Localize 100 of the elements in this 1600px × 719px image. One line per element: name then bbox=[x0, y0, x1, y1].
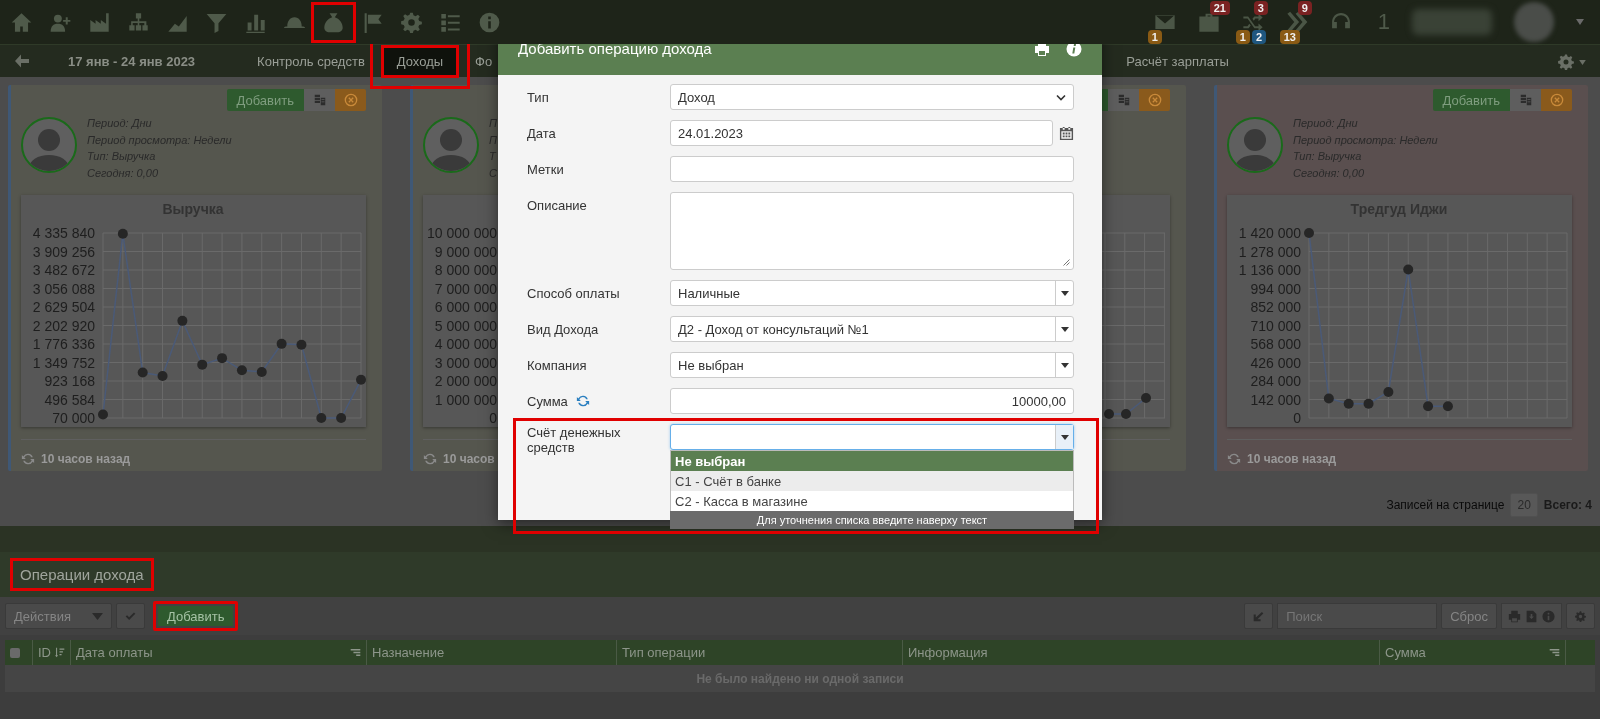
copy-icon bbox=[1519, 94, 1532, 106]
chevron-down-icon bbox=[1056, 93, 1066, 101]
data-point bbox=[1343, 398, 1354, 409]
dropdown-option[interactable]: C2 - Касса в магазине bbox=[671, 491, 1073, 511]
data-point bbox=[1323, 393, 1334, 404]
sort-icon[interactable] bbox=[54, 647, 65, 658]
refresh-icon[interactable] bbox=[1227, 452, 1241, 466]
axis-tick-label: 1 278 000 bbox=[1238, 243, 1301, 260]
close-button[interactable] bbox=[1541, 89, 1572, 111]
updated-time: 10 часов bbox=[443, 452, 495, 466]
close-button[interactable] bbox=[335, 89, 366, 111]
close-button[interactable] bbox=[1139, 89, 1170, 111]
combo-field[interactable] bbox=[670, 424, 1074, 450]
column-header[interactable]: Назначение bbox=[372, 645, 445, 660]
add-button[interactable]: Добавить bbox=[1432, 89, 1510, 111]
data-point bbox=[217, 353, 228, 364]
column-header[interactable]: Сумма bbox=[1385, 645, 1426, 660]
updated-time: 10 часов назад bbox=[1247, 452, 1337, 466]
axis-tick-label: 5 000 000 bbox=[434, 317, 497, 334]
export-icon[interactable] bbox=[1525, 609, 1538, 623]
apply-button[interactable] bbox=[116, 603, 145, 629]
reset-button[interactable]: Сброс bbox=[1441, 603, 1497, 629]
combo-field[interactable]: Наличные bbox=[670, 280, 1074, 306]
refresh-icon[interactable] bbox=[21, 452, 35, 466]
copy-icon bbox=[1117, 94, 1130, 106]
axis-tick-label: 1 349 752 bbox=[32, 354, 95, 371]
axis-tick-label: 2 629 504 bbox=[32, 299, 95, 315]
settings-button[interactable] bbox=[1566, 603, 1595, 629]
data-point bbox=[117, 228, 128, 239]
settings-icon bbox=[401, 11, 422, 33]
close-icon bbox=[343, 93, 358, 107]
data-point bbox=[1383, 386, 1394, 397]
data-point bbox=[197, 359, 208, 370]
resize-handle-icon[interactable] bbox=[1063, 259, 1070, 266]
select-field[interactable]: Доход bbox=[670, 84, 1074, 110]
data-point bbox=[276, 338, 287, 349]
combo-field[interactable]: Д2 - Доход от консультаций №1 bbox=[670, 316, 1074, 342]
date-field[interactable]: 24.01.2023 bbox=[670, 120, 1053, 146]
select-all-checkbox[interactable] bbox=[10, 647, 20, 658]
filter-icon bbox=[206, 11, 227, 33]
amount-field[interactable]: 10000,00 bbox=[670, 388, 1074, 414]
column-header[interactable]: ID bbox=[38, 645, 51, 660]
caret-icon[interactable] bbox=[1579, 60, 1586, 65]
data-point bbox=[1442, 401, 1453, 412]
axis-tick-label: 1 000 000 bbox=[434, 391, 497, 408]
copy-button[interactable] bbox=[304, 89, 335, 111]
add-button[interactable]: Добавить bbox=[153, 601, 239, 631]
updated-time: 10 часов назад bbox=[41, 452, 131, 466]
data-point bbox=[1403, 264, 1414, 275]
date-range[interactable]: 17 янв - 24 янв 2023 bbox=[68, 53, 196, 69]
back-arrow-icon[interactable] bbox=[14, 53, 30, 69]
count-badge: 1 bbox=[1147, 30, 1162, 44]
data-point bbox=[236, 365, 247, 376]
expand-button[interactable] bbox=[1244, 603, 1274, 629]
axis-tick-label: 1 136 000 bbox=[1238, 262, 1301, 278]
dropdown-option[interactable]: Не выбран bbox=[671, 451, 1073, 471]
data-point bbox=[157, 370, 168, 381]
axis-tick-label: 3 909 256 bbox=[32, 243, 95, 260]
text-field[interactable] bbox=[670, 156, 1074, 182]
combo-field[interactable]: Не выбран bbox=[670, 352, 1074, 378]
data-point bbox=[256, 367, 267, 378]
data-point bbox=[1104, 409, 1114, 419]
add-button[interactable]: Добавить bbox=[226, 89, 304, 111]
home-icon bbox=[11, 11, 32, 33]
briefcase-icon[interactable] bbox=[1197, 11, 1220, 33]
count-badge: 9 bbox=[1297, 1, 1312, 15]
data-point bbox=[98, 409, 108, 420]
caret-icon bbox=[1060, 362, 1069, 368]
axis-tick-label: 994 000 bbox=[1250, 280, 1301, 297]
copy-button[interactable] bbox=[1510, 89, 1541, 111]
calendar-icon[interactable] bbox=[1059, 125, 1074, 141]
settings-icon[interactable] bbox=[1558, 54, 1574, 70]
axis-tick-label: 0 bbox=[1293, 410, 1301, 426]
axis-tick-label: 284 000 bbox=[1250, 373, 1301, 389]
avatar-placeholder[interactable] bbox=[1514, 2, 1554, 42]
axis-tick-label: 1 420 000 bbox=[1238, 225, 1301, 241]
field-label: Тип bbox=[527, 89, 549, 105]
caret-icon[interactable] bbox=[1576, 19, 1584, 25]
double-chevron-icon[interactable] bbox=[1285, 11, 1308, 33]
refresh-icon[interactable] bbox=[423, 452, 437, 466]
dropdown-option[interactable]: C1 - Счёт в банке bbox=[671, 471, 1073, 491]
field-label: Способ оплаты bbox=[527, 285, 620, 301]
settings-icon bbox=[1575, 610, 1586, 622]
column-header[interactable]: Информация bbox=[908, 645, 988, 660]
actions-dropdown[interactable]: Действия bbox=[5, 603, 112, 629]
refresh-icon[interactable] bbox=[575, 394, 590, 408]
nav-tab[interactable]: Расчёт зарплаты bbox=[1110, 44, 1245, 78]
nav-tab[interactable]: Контроль средств bbox=[241, 44, 381, 78]
column-header[interactable]: Дата оплаты bbox=[76, 645, 153, 660]
column-header[interactable]: Тип операции bbox=[622, 645, 706, 660]
nav-button[interactable] bbox=[311, 1, 356, 43]
nav-tab[interactable]: Фо bbox=[459, 44, 493, 78]
data-point bbox=[1121, 409, 1131, 419]
field-label: Счёт денежных средств bbox=[527, 424, 622, 455]
textarea-field[interactable] bbox=[670, 192, 1074, 270]
flag-icon bbox=[362, 11, 383, 33]
data-point bbox=[1304, 228, 1314, 238]
menu-icon[interactable] bbox=[1549, 647, 1560, 658]
copy-button[interactable] bbox=[1108, 89, 1139, 111]
menu-icon[interactable] bbox=[350, 647, 361, 658]
